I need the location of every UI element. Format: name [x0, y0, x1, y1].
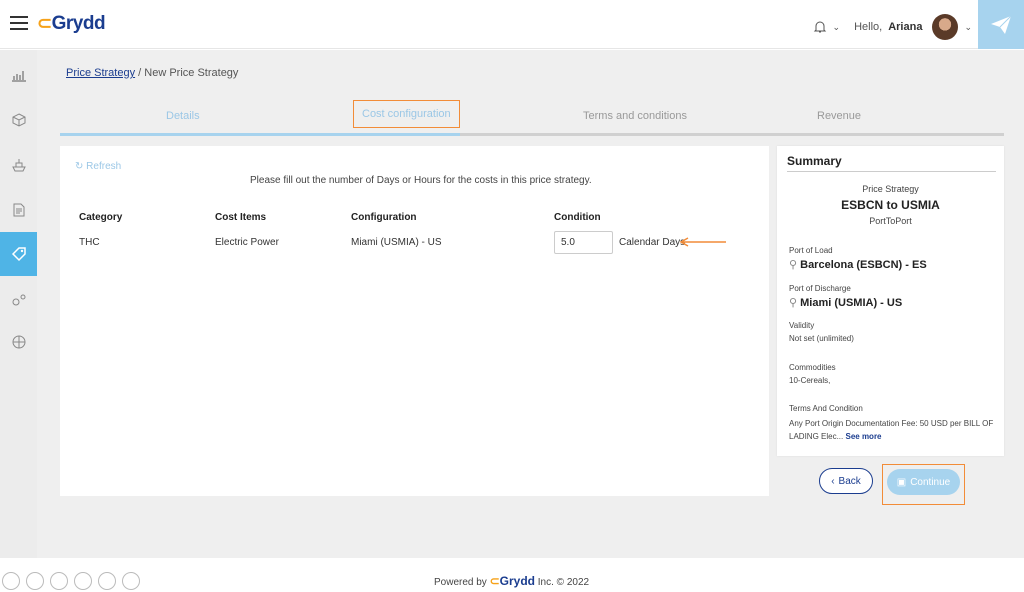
cell-category: THC — [79, 237, 100, 248]
column-header-cost-items: Cost Items — [215, 212, 267, 223]
top-bar: ⊂Grydd ⌄ Hello, Ariana ⌄ — [0, 0, 1024, 49]
users-icon — [12, 294, 25, 306]
logo[interactable]: ⊂Grydd — [37, 13, 106, 35]
strategy-name: ESBCN to USMIA — [841, 198, 940, 212]
chevron-down-icon[interactable]: ⌄ — [833, 22, 841, 33]
terms-label: Terms And Condition — [789, 404, 863, 413]
footer-text: Powered by ⊂Grydd Inc. © 2022 — [434, 574, 590, 588]
continue-button[interactable]: ▣ Continue — [887, 469, 960, 495]
search-icon[interactable] — [74, 572, 92, 590]
refresh-icon: ↻ — [75, 161, 84, 172]
send-button[interactable] — [978, 0, 1024, 49]
commodities-label: Commodities — [789, 363, 836, 372]
commodities-value: 10-Cereals, — [789, 376, 831, 385]
document-icon — [13, 203, 24, 217]
menu-icon[interactable] — [10, 16, 28, 30]
tab-details[interactable]: Details — [166, 110, 200, 122]
back-button[interactable]: ‹ Back — [819, 468, 873, 494]
pol-value: ⚲ Barcelona (ESBCN) - ES — [789, 259, 927, 271]
sidebar-item-products[interactable] — [0, 100, 37, 140]
user-area: ⌄ Hello, Ariana ⌄ — [813, 14, 972, 40]
logo-text: Grydd — [51, 13, 106, 34]
tab-cost-configuration[interactable]: Cost configuration — [353, 100, 460, 128]
sidebar-item-price-strategy[interactable] — [0, 232, 37, 276]
main-content: Price Strategy / New Price Strategy Deta… — [37, 50, 1024, 558]
location-pin-icon: ⚲ — [789, 259, 798, 271]
info-icon[interactable] — [2, 572, 20, 590]
cell-configuration: Miami (USMIA) - US — [351, 237, 442, 248]
tab-revenue[interactable]: Revenue — [817, 110, 861, 122]
refresh-button[interactable]: ↻ Refresh — [75, 161, 121, 172]
condition-unit: Calendar Days — [619, 237, 686, 248]
save-icon: ▣ — [896, 476, 907, 488]
condition-days-input[interactable] — [554, 231, 613, 254]
bell-icon[interactable] — [813, 20, 827, 34]
sidebar-item-analytics[interactable] — [0, 55, 37, 95]
logo-mark-icon: ⊂ — [37, 13, 52, 33]
footer: Powered by ⊂Grydd Inc. © 2022 — [0, 558, 1024, 592]
user-name: Ariana — [888, 21, 923, 33]
floating-toolbar — [2, 572, 140, 590]
back-label: Back — [838, 475, 861, 487]
more-icon[interactable] — [122, 572, 140, 590]
user-menu-chevron-icon[interactable]: ⌄ — [964, 22, 972, 33]
sidebar-item-documents[interactable] — [0, 190, 37, 230]
pol-label: Port of Load — [789, 246, 833, 255]
chat-icon[interactable] — [98, 572, 116, 590]
footer-logo: ⊂Grydd — [489, 574, 535, 588]
tag-icon — [11, 247, 26, 262]
column-header-configuration: Configuration — [351, 212, 417, 223]
cost-configuration-card: ↻ Refresh Please fill out the number of … — [60, 146, 769, 496]
breadcrumb-current: New Price Strategy — [144, 67, 239, 79]
continue-label: Continue — [910, 476, 951, 488]
sidebar-item-ship[interactable] — [0, 145, 37, 185]
tab-progress-bar — [60, 133, 460, 136]
terms-value: Any Port Origin Documentation Fee: 50 US… — [789, 419, 994, 441]
sidebar — [0, 50, 37, 570]
pointer-arrow-icon — [679, 237, 726, 247]
column-header-condition: Condition — [554, 212, 601, 223]
copy-icon[interactable] — [50, 572, 68, 590]
summary-title: Summary — [787, 154, 996, 172]
pin-icon[interactable] — [26, 572, 44, 590]
breadcrumb-parent-link[interactable]: Price Strategy — [66, 67, 135, 79]
refresh-label: Refresh — [86, 161, 122, 172]
sidebar-item-users[interactable] — [0, 280, 37, 320]
tab-terms-and-conditions[interactable]: Terms and conditions — [583, 110, 687, 122]
instruction-text: Please fill out the number of Days or Ho… — [250, 175, 592, 186]
avatar[interactable] — [932, 14, 959, 40]
pod-value: ⚲ Miami (USMIA) - US — [789, 297, 903, 309]
column-header-category: Category — [79, 212, 123, 223]
validity-label: Validity — [789, 321, 815, 330]
validity-value: Not set (unlimited) — [789, 334, 854, 343]
chart-icon — [11, 71, 26, 82]
see-more-link[interactable]: See more — [845, 432, 881, 441]
continue-highlight: ▣ Continue — [882, 464, 965, 505]
location-pin-icon: ⚲ — [789, 297, 798, 309]
ship-icon — [11, 159, 26, 172]
strategy-type: PortToPort — [869, 216, 912, 226]
pod-label: Port of Discharge — [789, 284, 851, 293]
cell-cost-item: Electric Power — [215, 237, 279, 248]
box-icon — [12, 113, 25, 127]
breadcrumb-separator: / — [138, 67, 142, 79]
sidebar-item-global[interactable] — [0, 322, 37, 362]
chevron-left-icon: ‹ — [831, 475, 835, 487]
paper-plane-icon — [991, 15, 1012, 34]
breadcrumb: Price Strategy / New Price Strategy — [66, 67, 238, 79]
stepper-tabs: Details Cost configuration Terms and con… — [60, 100, 1004, 136]
summary-panel: Summary Price Strategy ESBCN to USMIA Po… — [777, 146, 1004, 456]
strategy-label: Price Strategy — [862, 184, 919, 194]
greeting-text: Hello, — [854, 21, 883, 33]
globe-icon — [12, 335, 25, 349]
